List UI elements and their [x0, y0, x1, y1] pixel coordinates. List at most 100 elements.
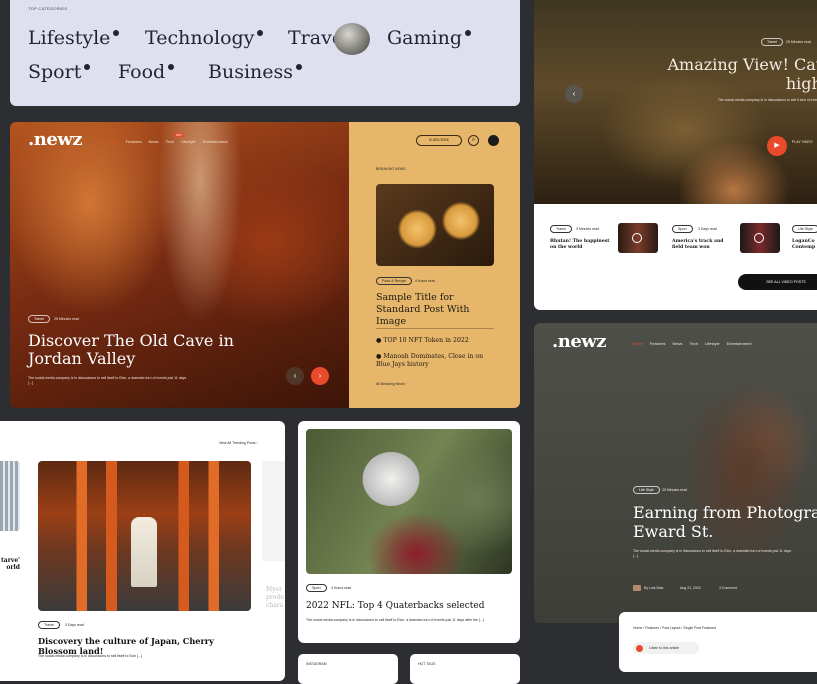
theme-toggle-icon[interactable] [488, 135, 499, 146]
football-tag[interactable]: Sport [306, 584, 327, 592]
breaking-time: 4 Hours read [415, 279, 436, 283]
site-logo[interactable]: .newz [28, 129, 83, 150]
avatar[interactable] [633, 585, 641, 591]
article-comments[interactable]: 3 Comment [719, 586, 737, 590]
hero-card: .newz Home Features News Tech Lifestyle Enter… [10, 122, 520, 408]
video-item-tag[interactable]: Life Style [792, 225, 817, 233]
nav-entertainment[interactable]: Entertainment [727, 341, 752, 346]
article-date: Aug 21, 2022 [680, 586, 701, 590]
video-item-time: 3 Minutes read [576, 227, 600, 231]
video-read-time: 25 Minutes read [786, 40, 812, 44]
video-item-title[interactable]: LoganCo Contemp [792, 239, 817, 251]
article-tag[interactable]: Life Style [633, 486, 660, 494]
breaking-news-label: BREAKING NEWS [376, 167, 406, 171]
travel-thumbnail [334, 23, 370, 55]
top-categories-card: TOP CATEGORIES Lifestyle Technology Trav… [10, 0, 520, 106]
divider [376, 328, 494, 329]
breaking-tag[interactable]: Food & Recipe [376, 277, 412, 285]
video-title[interactable]: Amazing View! Catch in high mou [662, 55, 817, 93]
trending-title[interactable]: Discovery the culture of Japan, Cherry B… [38, 636, 253, 656]
main-nav: Home Features News Tech Lifestyle Entertainme… [632, 341, 759, 346]
article-author[interactable]: By Luis Diaz [644, 586, 663, 590]
play-video-label[interactable]: PLAY VIDEO [792, 140, 814, 145]
nav-tech[interactable]: Tech [165, 139, 173, 144]
article-read-time: 25 Minutes read [662, 488, 688, 492]
hero-excerpt: The social-media company is in discussio… [28, 376, 187, 385]
nav-lifestyle[interactable]: Lifestyle [181, 139, 196, 144]
nav-news[interactable]: News [148, 139, 158, 144]
category-business[interactable]: Business [208, 61, 303, 83]
breaking-list-item[interactable]: ● TOP 10 NFT Token in 2022 [376, 337, 494, 345]
image-figure [131, 517, 157, 587]
trending-excerpt: The social-media company is in discussio… [38, 654, 143, 658]
video-item-tag[interactable]: Travel [550, 225, 572, 233]
article-hero-card: .newz Home Features News Tech Lifestyle Enter… [534, 323, 817, 623]
main-nav: Home Features News Tech Lifestyle Entertainme… [108, 139, 235, 144]
play-icon[interactable]: ▶ [767, 136, 787, 156]
prev-arrow-icon[interactable]: ‹ [565, 85, 583, 103]
play-icon [754, 233, 764, 243]
hot-tags-label: HOT TAGS [418, 662, 436, 666]
football-time: 4 Hours read [331, 586, 352, 590]
video-excerpt: The social-media company is in discussio… [717, 98, 817, 102]
left-post-image[interactable] [0, 461, 20, 531]
site-logo[interactable]: .newz [552, 331, 607, 352]
subscribe-label: SUBSCRIBE [428, 138, 450, 142]
right-post-image[interactable] [262, 461, 285, 561]
nav-hot-badge: HOT [174, 133, 184, 137]
nav-entertainment[interactable]: Entertainment [203, 139, 228, 144]
left-post-title[interactable]: tarve' orld [0, 557, 20, 571]
football-card: Sport 4 Hours read 2022 NFL: Top 4 Quate… [298, 421, 520, 643]
category-sport[interactable]: Sport [28, 61, 91, 83]
all-breaking-link[interactable]: All Breaking News › [376, 382, 407, 386]
nav-lifestyle[interactable]: Lifestyle [705, 341, 720, 346]
hero-tag[interactable]: Travel [28, 315, 50, 323]
listen-label: Listen to this article [649, 645, 679, 650]
video-item-title[interactable]: America's track and field team won [672, 239, 736, 251]
see-all-video-button[interactable]: SEE ALL VIDEO POSTS [738, 274, 817, 290]
nav-features[interactable]: Features [126, 139, 142, 144]
nav-tech[interactable]: Tech [689, 341, 697, 346]
hero-title[interactable]: Discover The Old Cave in Jordan Valley [28, 332, 248, 368]
breaking-title[interactable]: Sample Title for Standard Post With Imag… [376, 292, 501, 328]
article-meta-bar: Home / Features / Post Layout / Single P… [619, 612, 817, 672]
right-post-title[interactable]: Myer produ chara [266, 586, 285, 610]
trending-tag[interactable]: Travel [38, 621, 60, 629]
play-icon [632, 233, 642, 243]
instagram-label: INSTAGRAM [306, 662, 327, 666]
nav-home[interactable]: Home [632, 341, 643, 346]
listen-button[interactable]: Listen to this article [633, 642, 699, 654]
video-item-title[interactable]: Bhutan! The happinest on the world [550, 239, 616, 251]
nav-home[interactable]: Home [108, 139, 119, 144]
top-categories-label: TOP CATEGORIES [28, 6, 68, 11]
breadcrumb[interactable]: Home / Features / Post Layout / Single P… [633, 626, 716, 630]
nav-news[interactable]: News [672, 341, 682, 346]
subscribe-button[interactable]: SUBSCRIBE [416, 135, 462, 146]
audio-icon [636, 644, 643, 652]
football-title[interactable]: 2022 NFL: Top 4 Quaterbacks selected [306, 601, 512, 612]
football-image[interactable] [306, 429, 512, 574]
category-gaming[interactable]: Gaming [387, 27, 471, 49]
category-lifestyle[interactable]: Lifestyle [28, 27, 120, 49]
football-excerpt: The social-media company is in discussio… [306, 618, 484, 622]
search-icon[interactable]: ⌕ [468, 135, 479, 146]
nav-features[interactable]: Features [650, 341, 666, 346]
video-item-tag[interactable]: Sport [672, 225, 693, 233]
breaking-news-image[interactable] [376, 184, 494, 266]
video-tag[interactable]: Travel [761, 38, 783, 46]
article-title[interactable]: Earning from Photograph Eward St. [633, 503, 817, 541]
view-all-trending-link[interactable]: View All Trending Posts › [219, 441, 258, 445]
video-card: Travel 25 Minutes read Amazing View! Cat… [534, 0, 817, 310]
hero-read-time: 25 Minutes read [54, 317, 80, 321]
category-technology[interactable]: Technology [145, 27, 264, 49]
video-item-time: 3 Days read [698, 227, 717, 231]
hot-tags-widget: HOT TAGS [410, 654, 520, 684]
see-all-video-label: SEE ALL VIDEO POSTS [766, 280, 806, 284]
next-arrow-icon[interactable]: › [311, 367, 329, 385]
trending-time: 3 Days read [65, 623, 84, 627]
prev-arrow-icon[interactable]: ‹ [286, 367, 304, 385]
trending-card: View All Trending Posts › tarve' orld Tr… [0, 421, 285, 681]
article-excerpt: The social-media company is in discussio… [633, 549, 792, 558]
category-food[interactable]: Food [118, 61, 175, 83]
breaking-list-item[interactable]: ● Manoah Dominates, Close in on Blue Jay… [376, 353, 494, 369]
